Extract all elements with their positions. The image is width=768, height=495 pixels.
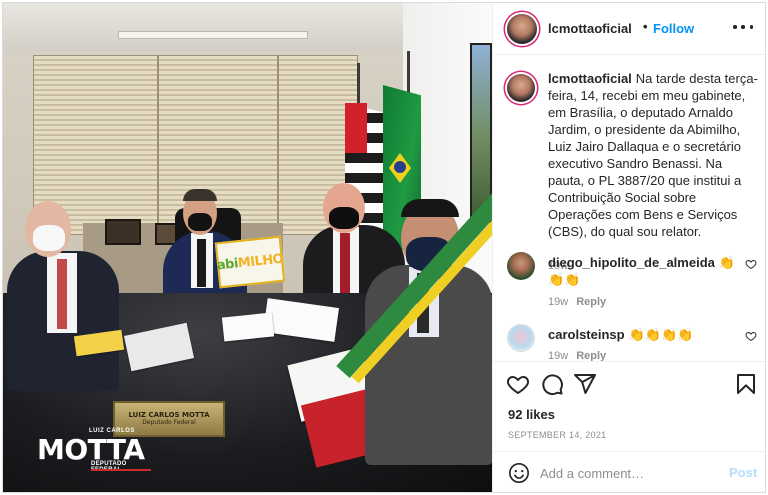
sign-text-b: MILHO xyxy=(237,251,284,271)
sao-paulo-flag-canton xyxy=(345,103,367,153)
caption-text-block: lcmottaoficial Na tarde desta terça-feira… xyxy=(548,70,760,240)
comment-meta: 19w Reply xyxy=(548,296,606,308)
picture-frame xyxy=(105,219,141,245)
likes-count[interactable]: 92 likes xyxy=(508,407,555,422)
comment-text-block: carolsteinsp 👏👏👏👏 xyxy=(548,326,738,343)
sign-text-a: abi xyxy=(216,255,239,273)
commenter-username[interactable]: carolsteinsp xyxy=(548,327,625,342)
logo-sub-text: DEPUTADO FEDERAL xyxy=(91,461,127,473)
post-photo[interactable]: abiMILHO LUIZ CARLOS MOTTA Deputado Fede… xyxy=(3,3,492,492)
like-comment-heart-icon[interactable] xyxy=(745,258,757,270)
abimilho-sign: abiMILHO xyxy=(214,235,286,289)
heart-icon[interactable] xyxy=(506,372,530,396)
comments-section[interactable]: lcmottaoficial Na tarde desta terça-feira… xyxy=(493,56,765,361)
caption-avatar[interactable] xyxy=(507,74,535,102)
post-actions: 92 likes SEPTEMBER 14, 2021 xyxy=(493,361,765,451)
comment-age[interactable]: 19w xyxy=(548,350,568,361)
caption-username[interactable]: lcmottaoficial xyxy=(548,71,632,86)
reply-button[interactable]: Reply xyxy=(576,296,606,308)
post-date[interactable]: SEPTEMBER 14, 2021 xyxy=(508,430,606,440)
commenter-avatar[interactable] xyxy=(507,252,535,280)
author-avatar[interactable] xyxy=(507,14,537,44)
post-header: lcmottaoficial • Follow xyxy=(493,3,765,55)
comment-text-block: diego_hipolito_de_almeida 👏👏👏 xyxy=(548,254,738,288)
bookmark-icon[interactable] xyxy=(734,372,758,396)
caption-body: Na tarde desta terça-feira, 14, recebi e… xyxy=(548,71,758,239)
nameplate-title: Deputado Federal xyxy=(142,418,196,426)
comment-age[interactable]: 19w xyxy=(548,296,568,308)
comment-meta: 19w Reply xyxy=(548,350,606,361)
comment-icon[interactable] xyxy=(540,372,564,396)
comment-body: 👏👏👏👏 xyxy=(628,327,694,342)
like-comment-heart-icon[interactable] xyxy=(745,330,757,342)
follow-button[interactable]: Follow xyxy=(653,21,694,36)
instagram-post: abiMILHO LUIZ CARLOS MOTTA Deputado Fede… xyxy=(2,2,766,493)
commenter-username[interactable]: diego_hipolito_de_almeida xyxy=(548,255,715,270)
add-comment-bar: Post xyxy=(493,451,765,492)
motta-logo: LUIZ CARLOS MOTTA DEPUTADO FEDERAL xyxy=(37,428,157,482)
post-sidebar: lcmottaoficial • Follow lcmottaoficial Na… xyxy=(492,3,765,492)
separator-dot: • xyxy=(643,19,648,34)
commenter-avatar[interactable] xyxy=(507,324,535,352)
brazil-flag-globe xyxy=(394,161,406,173)
comment-input[interactable] xyxy=(540,463,720,483)
post-comment-button[interactable]: Post xyxy=(729,465,757,480)
reply-button[interactable]: Reply xyxy=(576,350,606,361)
share-icon[interactable] xyxy=(573,372,597,396)
author-username[interactable]: lcmottaoficial xyxy=(548,21,632,36)
ceiling-light xyxy=(118,31,308,39)
emoji-icon[interactable] xyxy=(508,462,530,484)
more-horizontal-icon[interactable] xyxy=(733,17,753,37)
logo-underline xyxy=(91,469,151,471)
